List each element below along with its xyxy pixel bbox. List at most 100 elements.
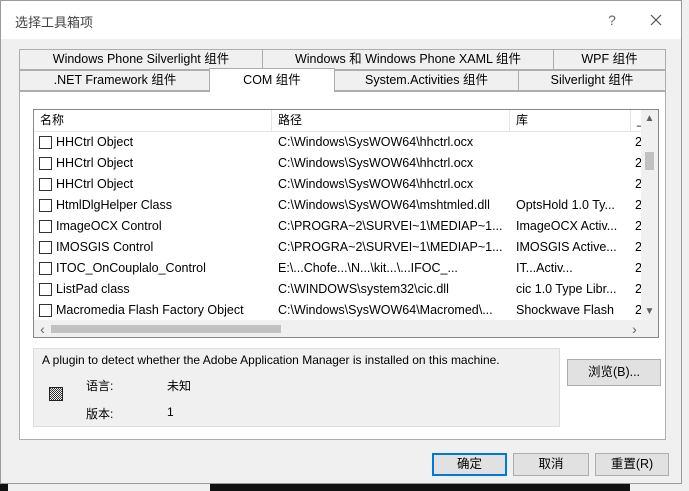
browse-button[interactable]: 浏览(B)...	[567, 359, 661, 386]
tab-windows-phone-silverlight[interactable]: Windows Phone Silverlight 组件	[19, 49, 263, 70]
cell-name: ITOC_OnCouplalo_Control	[56, 261, 206, 275]
cell-library: ImageOCX Activ...	[516, 219, 618, 233]
tab-net-framework[interactable]: .NET Framework 组件	[19, 70, 211, 91]
row-checkbox[interactable]	[39, 136, 52, 149]
cell-library: IMOSGIS Active...	[516, 240, 617, 254]
close-button[interactable]	[641, 7, 671, 33]
cancel-button-label: 取消	[538, 457, 564, 471]
language-value: 未知	[167, 379, 192, 393]
title-bar: 选择工具箱项 ?	[1, 1, 681, 39]
cell-name: HHCtrl Object	[56, 135, 134, 149]
list-header: 名称 路径 库 _	[34, 110, 644, 132]
cell-name: HtmlDlgHelper Class	[56, 198, 172, 212]
vertical-scrollbar[interactable]: ▲ ▼	[641, 110, 658, 320]
tab-label: Windows 和 Windows Phone XAML 组件	[294, 52, 521, 66]
tab-silverlight[interactable]: Silverlight 组件	[518, 70, 666, 91]
cell-path: C:\Windows\SysWOW64\mshtmled.dll	[278, 198, 490, 212]
row-checkbox[interactable]	[39, 241, 52, 254]
close-icon	[650, 14, 662, 26]
cell-library: Shockwave Flash	[516, 303, 614, 317]
list-row[interactable]: HHCtrl Object C:\Windows\SysWOW64\hhctrl.…	[34, 174, 642, 195]
row-checkbox[interactable]	[39, 262, 52, 275]
tab-label: Windows Phone Silverlight 组件	[52, 52, 230, 66]
scroll-left-icon[interactable]: ‹	[34, 320, 51, 337]
component-description: A plugin to detect whether the Adobe App…	[42, 353, 500, 367]
cancel-button[interactable]: 取消	[513, 453, 589, 476]
tab-com[interactable]: COM 组件	[209, 68, 335, 92]
cell-library	[516, 132, 629, 153]
tab-system-activities[interactable]: System.Activities 组件	[334, 70, 519, 91]
list-row[interactable]: ImageOCX Control C:\PROGRA~2\SURVEI~1\MED…	[34, 216, 642, 237]
horizontal-scrollbar[interactable]: ‹ ›	[34, 320, 643, 337]
column-header-name[interactable]: 名称	[34, 110, 272, 131]
list-row[interactable]: HtmlDlgHelper Class C:\Windows\SysWOW64\m…	[34, 195, 642, 216]
cell-library	[516, 153, 629, 174]
scroll-up-icon[interactable]: ▲	[641, 110, 658, 127]
scrollbar-corner	[641, 320, 658, 337]
column-header-library[interactable]: 库	[510, 110, 631, 131]
row-checkbox[interactable]	[39, 304, 52, 317]
component-info-box: A plugin to detect whether the Adobe App…	[33, 348, 560, 427]
cell-name: HHCtrl Object	[56, 177, 134, 191]
tab-label: Silverlight 组件	[550, 73, 634, 87]
cell-name: ListPad class	[56, 282, 130, 296]
list-row[interactable]: HHCtrl Object C:\Windows\SysWOW64\hhctrl.…	[34, 153, 642, 174]
background-strip-bottom	[0, 484, 689, 491]
cell-name: Macromedia Flash Factory Object	[56, 303, 244, 317]
cell-path: C:\Windows\SysWOW64\hhctrl.ocx	[278, 135, 474, 149]
list-row[interactable]: HHCtrl Object C:\Windows\SysWOW64\hhctrl.…	[34, 132, 642, 153]
browse-button-label: 浏览(B)...	[587, 365, 641, 379]
row-checkbox[interactable]	[39, 220, 52, 233]
tab-label: COM 组件	[243, 73, 301, 87]
cell-library: cic 1.0 Type Libr...	[516, 282, 617, 296]
column-header-path[interactable]: 路径	[272, 110, 510, 131]
cell-name: IMOSGIS Control	[56, 240, 154, 254]
background-dark-patch	[0, 484, 8, 491]
cell-path: C:\Windows\SysWOW64\hhctrl.ocx	[278, 177, 474, 191]
column-header-label: 路径	[278, 113, 303, 127]
choose-toolbox-items-dialog: 选择工具箱项 ? Windows Phone Silverlight 组件 Wi…	[0, 0, 682, 484]
row-checkbox[interactable]	[39, 157, 52, 170]
window-title: 选择工具箱项	[15, 15, 94, 30]
list-row[interactable]: Macromedia Flash Factory Object C:\Window…	[34, 300, 642, 321]
reset-button-label: 重置(R)	[610, 457, 654, 471]
help-button[interactable]: ?	[599, 7, 625, 33]
cell-library: IT...Activ...	[516, 261, 573, 275]
cell-path: E:\...Chofe...\N...\kit...\...IFOC_...	[278, 261, 458, 275]
component-icon	[49, 387, 63, 401]
vertical-scroll-thumb[interactable]	[645, 152, 654, 170]
ok-button[interactable]: 确定	[432, 453, 507, 476]
ok-button-label: 确定	[456, 457, 482, 471]
row-checkbox[interactable]	[39, 199, 52, 212]
list-row[interactable]: ListPad class C:\WINDOWS\system32\cic.dll…	[34, 279, 642, 300]
row-checkbox[interactable]	[39, 283, 52, 296]
cell-name: ImageOCX Control	[56, 219, 162, 233]
background-dark-patch	[210, 484, 630, 491]
help-icon: ?	[608, 12, 616, 28]
list-row[interactable]: ITOC_OnCouplalo_Control E:\...Chofe...\N.…	[34, 258, 642, 279]
background-strip-right	[682, 0, 689, 491]
cell-path: C:\PROGRA~2\SURVEI~1\MEDIAP~1...	[278, 240, 503, 254]
cell-library	[516, 174, 629, 195]
tab-wpf[interactable]: WPF 组件	[553, 49, 666, 70]
tab-label: WPF 组件	[581, 52, 638, 66]
version-value: 1	[167, 405, 174, 419]
row-checkbox[interactable]	[39, 178, 52, 191]
reset-button[interactable]: 重置(R)	[595, 453, 669, 476]
tab-label: System.Activities 组件	[365, 73, 488, 87]
column-header-label: 名称	[40, 113, 65, 127]
cell-path: C:\WINDOWS\system32\cic.dll	[278, 282, 449, 296]
list-row[interactable]: IMOSGIS Control C:\PROGRA~2\SURVEI~1\MEDI…	[34, 237, 642, 258]
com-components-list[interactable]: 名称 路径 库 _ HHCtrl Object C:\Windows\SysWOW…	[33, 109, 659, 338]
tab-windows-xaml[interactable]: Windows 和 Windows Phone XAML 组件	[262, 49, 554, 70]
language-label: 语言:	[86, 379, 114, 393]
cell-library: OptsHold 1.0 Ty...	[516, 198, 615, 212]
scroll-down-icon[interactable]: ▼	[641, 303, 658, 320]
tab-panel-com: 名称 路径 库 _ HHCtrl Object C:\Windows\SysWOW…	[19, 91, 666, 440]
cell-path: C:\Windows\SysWOW64\Macromed\...	[278, 303, 493, 317]
cell-name: HHCtrl Object	[56, 156, 134, 170]
cell-path: C:\Windows\SysWOW64\hhctrl.ocx	[278, 156, 474, 170]
cell-path: C:\PROGRA~2\SURVEI~1\MEDIAP~1...	[278, 219, 503, 233]
tab-label: .NET Framework 组件	[53, 73, 177, 87]
horizontal-scroll-thumb[interactable]	[51, 325, 281, 333]
